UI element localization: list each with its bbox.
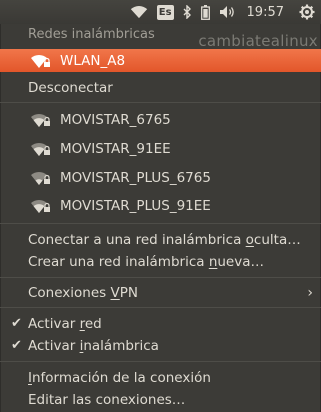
- keyboard-layout-indicator[interactable]: Es: [156, 0, 174, 24]
- keyboard-layout-label: Es: [156, 4, 174, 20]
- disconnect-label: Desconectar: [28, 79, 113, 96]
- separator: [0, 307, 321, 308]
- wifi-indicator[interactable]: [130, 0, 148, 24]
- create-network-label: Crear una red inalámbrica nueva…: [28, 253, 264, 270]
- disconnect-item[interactable]: Desconectar: [0, 76, 321, 99]
- wifi-icon: [130, 6, 147, 19]
- menu-header: Redes inalámbricas: [28, 27, 155, 42]
- connection-info-label: Información de la conexión: [28, 369, 211, 386]
- enable-network-label: Activar red: [28, 315, 102, 332]
- battery-icon: [200, 4, 210, 20]
- enable-wireless-label: Activar inalámbrica: [28, 337, 159, 354]
- enable-network-item[interactable]: ✔ Activar red: [0, 312, 321, 335]
- gear-icon: [299, 4, 315, 20]
- vpn-connections-label: Conexiones VPN: [28, 284, 138, 301]
- session-indicator[interactable]: [299, 0, 315, 24]
- watermark: cambiatealinux: [198, 32, 318, 50]
- separator: [0, 361, 321, 362]
- edit-connections-label: Editar las conexiones…: [28, 391, 186, 408]
- network-name: MOVISTAR_91EE: [60, 140, 171, 157]
- wifi-locked-icon: [31, 199, 50, 213]
- volume-indicator[interactable]: [219, 0, 237, 24]
- separator: [0, 102, 321, 103]
- enable-wireless-item[interactable]: ✔ Activar inalámbrica: [0, 334, 321, 357]
- connection-info-item[interactable]: Información de la conexión: [0, 366, 321, 389]
- network-name: MOVISTAR_6765: [60, 111, 171, 128]
- checkmark-icon: ✔: [11, 338, 22, 353]
- separator: [0, 223, 321, 224]
- network-name: MOVISTAR_PLUS_6765: [60, 169, 211, 186]
- connect-hidden-network-label: Conectar a una red inalámbrica oculta…: [28, 231, 301, 248]
- vpn-connections-item[interactable]: Conexiones VPN ›: [0, 281, 321, 304]
- wifi-locked-icon: [31, 171, 50, 185]
- clock[interactable]: 19:57: [247, 5, 284, 20]
- checkmark-icon: ✔: [11, 316, 22, 331]
- wifi-locked-icon: [31, 113, 50, 127]
- edit-connections-item[interactable]: Editar las conexiones…: [0, 388, 321, 411]
- chevron-right-icon: ›: [307, 284, 313, 301]
- active-network-item[interactable]: WLAN_A8: [0, 49, 321, 72]
- battery-indicator[interactable]: [200, 0, 210, 24]
- volume-icon: [219, 6, 234, 18]
- network-item[interactable]: MOVISTAR_PLUS_6765: [0, 166, 321, 189]
- bluetooth-indicator[interactable]: [183, 0, 192, 24]
- create-network-item[interactable]: Crear una red inalámbrica nueva…: [0, 250, 321, 273]
- wifi-locked-icon: [31, 54, 50, 68]
- top-panel: Es 19:57: [0, 0, 321, 24]
- wifi-locked-icon: [31, 142, 50, 156]
- bluetooth-icon: [183, 5, 191, 19]
- separator: [0, 277, 321, 278]
- network-item[interactable]: MOVISTAR_PLUS_91EE: [0, 194, 321, 217]
- network-name: MOVISTAR_PLUS_91EE: [60, 197, 211, 214]
- network-item[interactable]: MOVISTAR_6765: [0, 108, 321, 131]
- network-name: WLAN_A8: [60, 52, 126, 69]
- network-item[interactable]: MOVISTAR_91EE: [0, 137, 321, 160]
- connect-hidden-network-item[interactable]: Conectar a una red inalámbrica oculta…: [0, 228, 321, 251]
